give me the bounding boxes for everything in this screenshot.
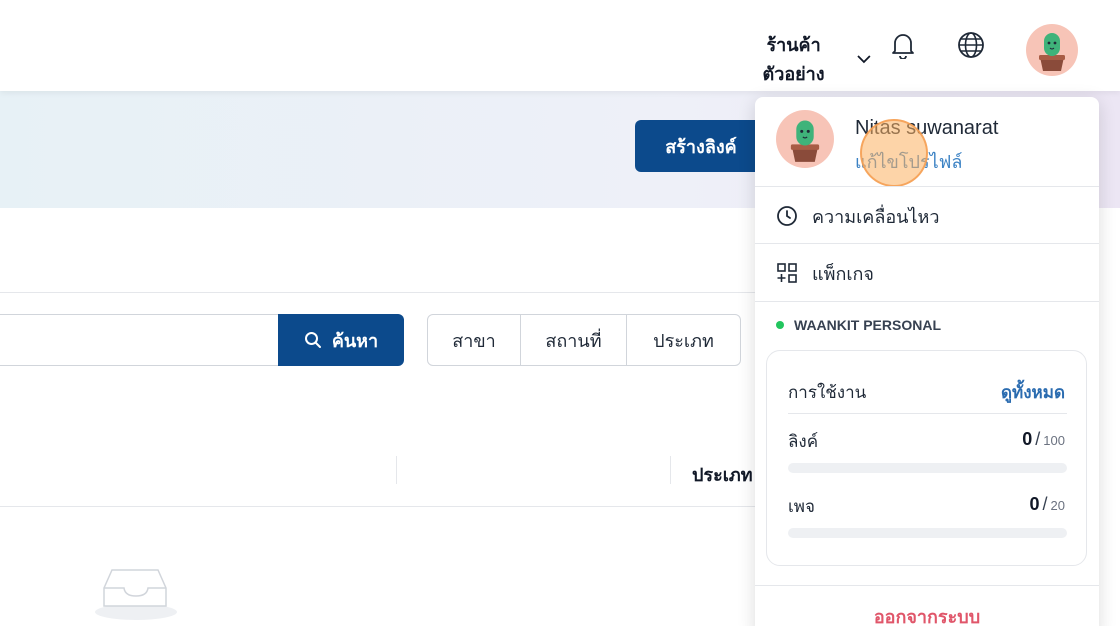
- workspace-name: WAANKIT PERSONAL: [794, 317, 941, 333]
- links-usage-value: 0/100: [1022, 429, 1065, 449]
- usage-card: การใช้งาน ดูทั้งหมด ลิงค์ 0/100 เพจ 0/20: [766, 350, 1087, 566]
- pages-limit: 20: [1050, 498, 1065, 513]
- logout-button[interactable]: ออกจากระบบ: [755, 602, 1099, 626]
- menu-item-activity[interactable]: ความเคลื่อนไหว: [755, 188, 1099, 244]
- cactus-avatar-icon: [1039, 33, 1065, 71]
- pages-progress-bar: [788, 528, 1067, 538]
- pages-usage-value: 0/20: [1029, 494, 1066, 514]
- column-separator: [396, 456, 397, 484]
- menu-divider: [755, 585, 1099, 586]
- search-button-label: ค้นหา: [331, 330, 379, 351]
- bell-icon[interactable]: [888, 30, 918, 60]
- cursor-highlight: [860, 119, 928, 187]
- filter-group: สาขา สถานที่ ประเภท: [427, 314, 741, 366]
- shop-name: ร้านค้าตัวอย่าง: [762, 35, 825, 84]
- shop-name-wrap[interactable]: ร้านค้าตัวอย่าง: [736, 30, 871, 88]
- search-icon: [304, 332, 321, 348]
- history-icon: [777, 206, 797, 226]
- filter-location[interactable]: สถานที่: [521, 315, 627, 365]
- pages-usage-label: เพจ: [788, 497, 815, 516]
- filter-type[interactable]: ประเภท: [627, 315, 740, 365]
- links-progress-bar: [788, 463, 1067, 473]
- links-used: 0: [1022, 429, 1033, 449]
- menu-item-label: แพ็กเกจ: [812, 263, 874, 284]
- workspace-label: WAANKIT PERSONAL: [776, 317, 941, 333]
- menu-divider: [755, 186, 1099, 187]
- search-button[interactable]: ค้นหา: [278, 314, 404, 366]
- menu-divider: [755, 243, 1099, 244]
- cactus-avatar-icon: [790, 120, 820, 162]
- column-header-type: ประเภท: [692, 465, 753, 485]
- links-limit: 100: [1043, 433, 1065, 448]
- usage-divider: [788, 413, 1067, 414]
- usage-title: การใช้งาน: [788, 383, 867, 402]
- empty-inbox-icon: [95, 569, 177, 620]
- column-separator: [670, 456, 671, 484]
- table-header-divider: [0, 506, 760, 507]
- workspace-status-dot: [776, 321, 784, 329]
- search-input[interactable]: [0, 314, 290, 366]
- package-icon: [777, 263, 797, 283]
- profile-avatar: [776, 110, 834, 168]
- chevron-down-icon: [857, 54, 871, 63]
- globe-icon[interactable]: [956, 30, 986, 60]
- top-header: ร้านค้าตัวอย่าง เจ้าของ: [0, 0, 1120, 112]
- menu-item-label: ความเคลื่อนไหว: [812, 206, 940, 227]
- menu-divider: [755, 301, 1099, 302]
- section-divider: [0, 292, 760, 293]
- pages-used: 0: [1029, 494, 1040, 514]
- profile-dropdown: Nitas suwanarat แก้ไขโปรไฟล์ ความเคลื่อน…: [755, 97, 1099, 626]
- filter-branch[interactable]: สาขา: [428, 315, 521, 365]
- view-all-link[interactable]: ดูทั้งหมด: [1001, 379, 1065, 406]
- menu-item-package[interactable]: แพ็กเกจ: [755, 245, 1099, 301]
- user-avatar[interactable]: [1026, 24, 1078, 76]
- links-usage-label: ลิงค์: [788, 432, 819, 451]
